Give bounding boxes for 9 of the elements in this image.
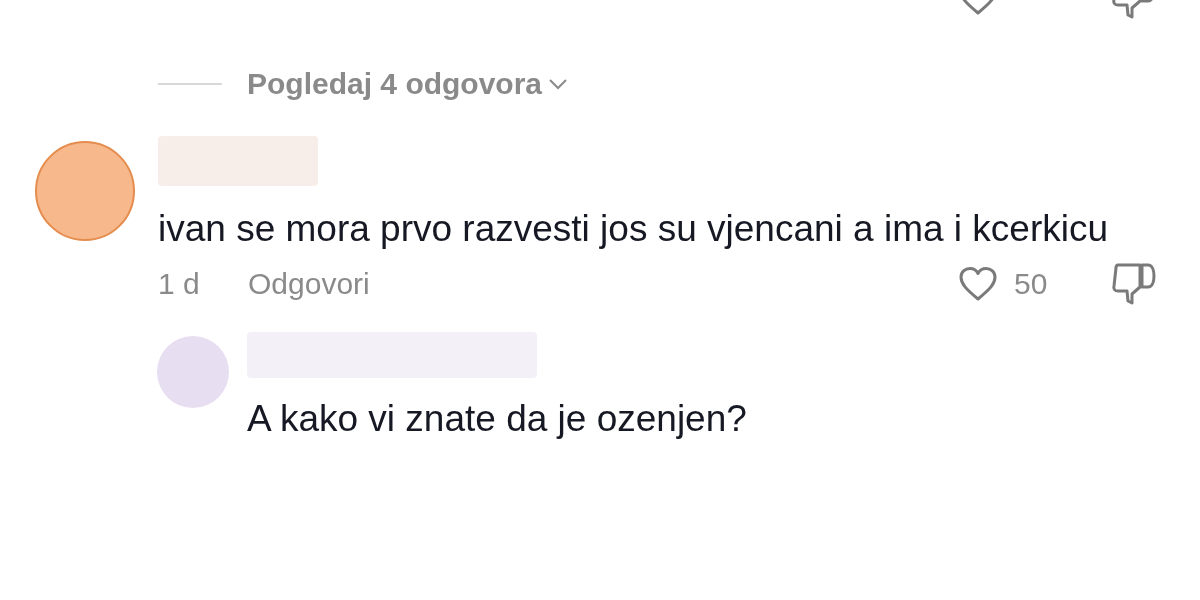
chevron-down-icon[interactable] <box>548 78 569 90</box>
view-replies-link[interactable]: Pogledaj 4 odgovora <box>247 67 543 101</box>
thumbs-down-icon[interactable] <box>1110 262 1158 306</box>
comment-time: 1 d <box>158 267 201 301</box>
comment-text: ivan se mora prvo razvesti jos su vjencani a ima i kcerkicu <box>158 207 1110 251</box>
like-count: 50 <box>1014 267 1049 301</box>
reply-link[interactable]: Odgovori <box>248 267 370 301</box>
reply-text: A kako vi znate da je ozenjen? <box>247 397 748 441</box>
heart-icon[interactable] <box>958 266 998 302</box>
